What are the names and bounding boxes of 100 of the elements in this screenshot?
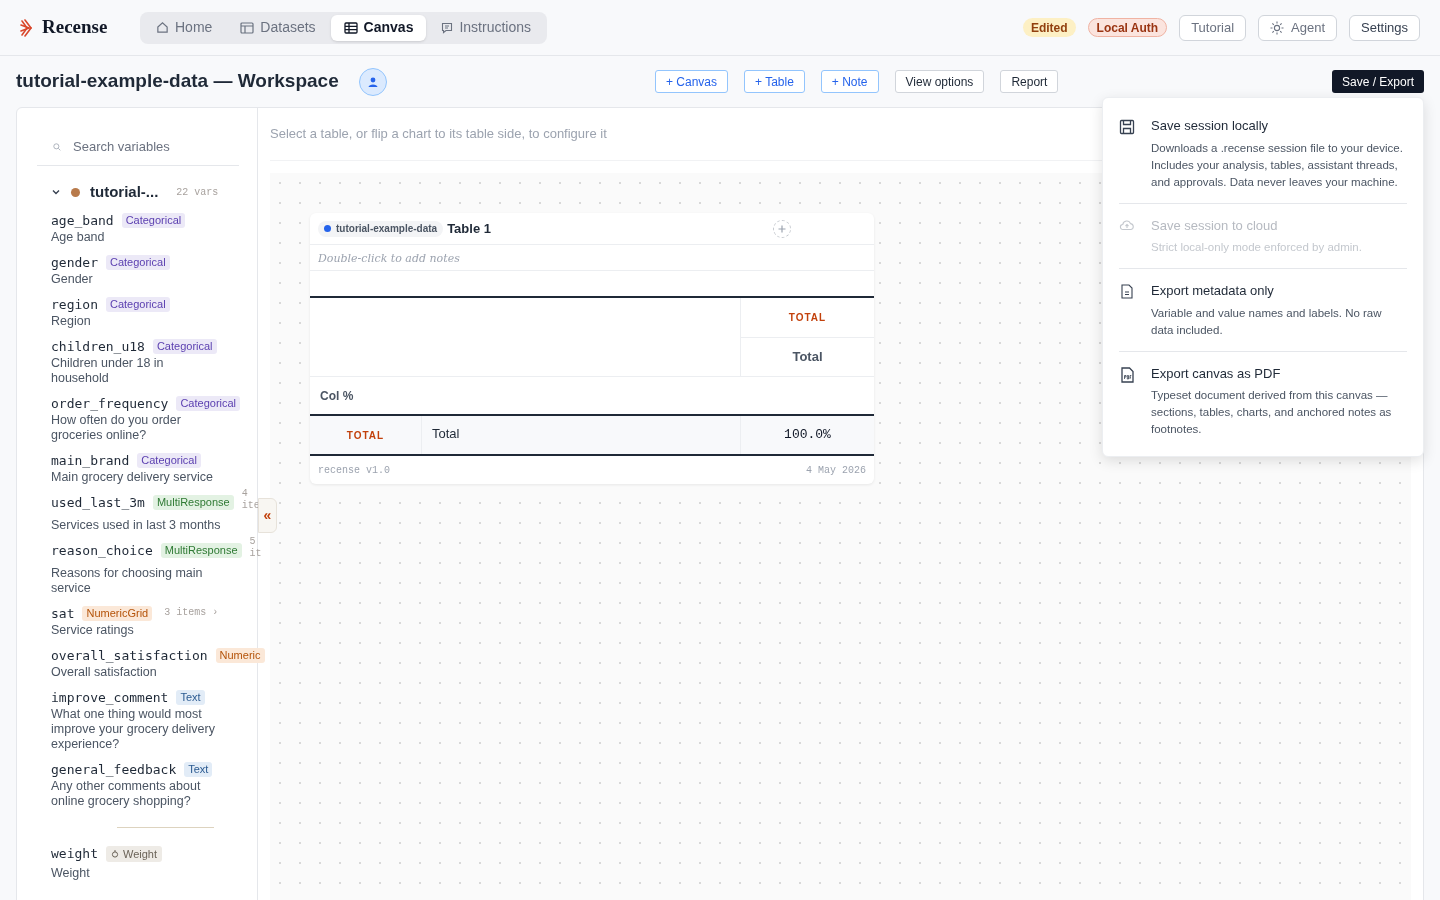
menu-item-description: Typeset document derived from this canvas — sections, tables, charts, and anchored notes as footnotes.	[1151, 388, 1393, 437]
variable-label: Region	[51, 314, 92, 329]
toolbar-button[interactable]: + Table	[744, 70, 805, 93]
header-button[interactable]: Settings	[1349, 14, 1420, 41]
type-tag: Categorical	[137, 453, 201, 468]
menu-item-title: Export metadata only	[1151, 282, 1275, 300]
item-count: 3 items ›	[164, 607, 219, 619]
menu-item[interactable]: Export metadata only Variable and value names and labels. No raw data included.	[1119, 269, 1407, 352]
table-card[interactable]: tutorial-example-data Table 1 Double-click to add notes TOTAL Total Col % TOTAL Total 100.0% recense v1.0 4 May 2026	[310, 213, 874, 484]
variable-name: main_brand	[51, 452, 130, 470]
menu-item[interactable]: Save session locally Downloads a .recense session file to your device. Includes your analysis, tables, assistant threads, and approvals. Data never leaves your machine.	[1119, 104, 1407, 204]
toolbar-button[interactable]: Report	[1000, 70, 1059, 93]
status-badge: Edited	[1022, 18, 1076, 37]
variable-label: Any other comments about online grocery shopping?	[51, 779, 202, 809]
source-pill: tutorial-example-data	[318, 220, 444, 237]
toolbar-button[interactable]: + Canvas	[655, 70, 729, 93]
footer-date: 4 May 2026	[806, 463, 866, 478]
item-count: 5 it	[249, 536, 262, 560]
type-tag: Categorical	[105, 297, 170, 312]
variable-label: Children under 18 in household	[51, 356, 165, 386]
variable-label: Weight	[51, 864, 91, 882]
type-tag: Categorical	[121, 213, 186, 228]
type-tag: Categorical	[152, 339, 217, 354]
variable-count: 22 vars	[176, 185, 219, 200]
variable-label: What one thing would most improve your grocery delivery experience?	[51, 707, 216, 752]
table-cell-text: 100.0%	[783, 426, 832, 445]
variable-name: weight	[51, 845, 98, 863]
variable-name: sat	[51, 605, 75, 623]
variable-name: children_u18	[51, 338, 145, 356]
dataset-name: tutorial-...	[90, 181, 159, 202]
floppy-disk-icon	[1119, 119, 1135, 135]
variable-label: How often do you order groceries online?	[51, 413, 182, 443]
nav-tab[interactable]: Canvas	[330, 14, 427, 41]
layout-icon	[240, 21, 255, 34]
menu-item-description: Variable and value names and labels. No raw data included.	[1151, 305, 1383, 338]
toolbar-button[interactable]: View options	[894, 70, 985, 93]
type-tag: NumericGrid	[82, 606, 153, 621]
variable-label: Gender	[51, 272, 94, 287]
variable-name: age_band	[51, 212, 114, 230]
variable-name: gender	[51, 254, 98, 272]
variable-name: order_frequency	[51, 395, 169, 413]
dataset-group[interactable]: tutorial-... 22 vars	[37, 180, 257, 204]
footer-text: recense v1.0	[318, 463, 390, 478]
variable-label: Overall satisfaction	[51, 665, 158, 680]
workspace-title: tutorial-example-data — Workspace	[16, 69, 339, 94]
row-group-header: TOTAL	[310, 416, 422, 454]
menu-item-title: Export canvas as PDF	[1151, 364, 1282, 383]
nav-tab[interactable]: Datasets	[227, 14, 329, 41]
header-button[interactable]: Tutorial	[1179, 14, 1247, 41]
header-button[interactable]: Agent	[1258, 14, 1337, 41]
home-icon	[156, 21, 169, 34]
nav-tab[interactable]: Instructions	[428, 14, 544, 41]
variable-name: used_last_3m	[51, 494, 145, 512]
column-group-header: TOTAL	[741, 298, 874, 338]
status-badge: Local Auth	[1087, 18, 1168, 37]
row-header: Total	[422, 416, 741, 454]
logo-icon	[20, 18, 34, 37]
collapse-sidebar-button[interactable]: «	[258, 498, 277, 533]
variable-label: Services used in last 3 months	[51, 518, 221, 533]
app-name: Recense	[42, 15, 108, 40]
toolbar-button[interactable]: + Note	[820, 70, 879, 93]
cloud-upload-icon	[1119, 218, 1135, 231]
search-icon	[53, 140, 61, 153]
menu-item-description: Strict local-only mode enforced by admin.	[1151, 240, 1362, 255]
variable-label: Reasons for choosing main service	[51, 566, 204, 596]
save-export-button[interactable]: Save / Export	[1331, 70, 1424, 93]
search-field[interactable]: Search variables	[73, 136, 223, 157]
weight-icon	[110, 849, 119, 859]
type-tag: MultiResponse	[152, 495, 234, 510]
type-tag: Categorical	[176, 396, 241, 411]
note-icon	[441, 21, 454, 34]
table-icon	[343, 21, 358, 34]
plus-icon	[778, 224, 786, 233]
type-tag: Text	[176, 690, 205, 705]
table-title: Table 1	[447, 219, 491, 238]
user-icon	[366, 75, 379, 88]
type-tag: MultiResponse	[160, 543, 242, 558]
nav-tab[interactable]: Home	[143, 14, 226, 41]
pdf-file-icon	[1120, 366, 1134, 383]
variable-name: improve_comment	[51, 689, 169, 707]
menu-item[interactable]: Export canvas as PDF Typeset document derived from this canvas — sections, tables, charts, and anchored notes as footnotes.	[1119, 351, 1407, 450]
document-icon	[1121, 284, 1133, 299]
sun-icon	[1270, 20, 1285, 35]
type-tag: Weight	[105, 845, 162, 862]
variable-name: region	[51, 296, 98, 314]
variable-label: Main grocery delivery service	[51, 470, 214, 485]
type-tag: Text	[184, 762, 213, 777]
variable-label: Age band	[51, 230, 106, 245]
column-header: Total	[741, 338, 874, 377]
menu-item-title: Save session to cloud	[1151, 216, 1279, 235]
menu-item-title: Save session locally	[1151, 117, 1270, 135]
statistic-label: Col %	[320, 387, 354, 405]
user-button[interactable]	[358, 67, 387, 96]
type-tag: Categorical	[105, 255, 170, 270]
variable-name: overall_satisfaction	[51, 647, 208, 665]
type-tag: Numeric	[215, 648, 265, 663]
variable-label: Service ratings	[51, 623, 135, 638]
variable-name: general_feedback	[51, 761, 177, 779]
notes-field[interactable]: Double-click to add notes	[310, 247, 874, 271]
variable-name: reason_choice	[51, 542, 153, 560]
